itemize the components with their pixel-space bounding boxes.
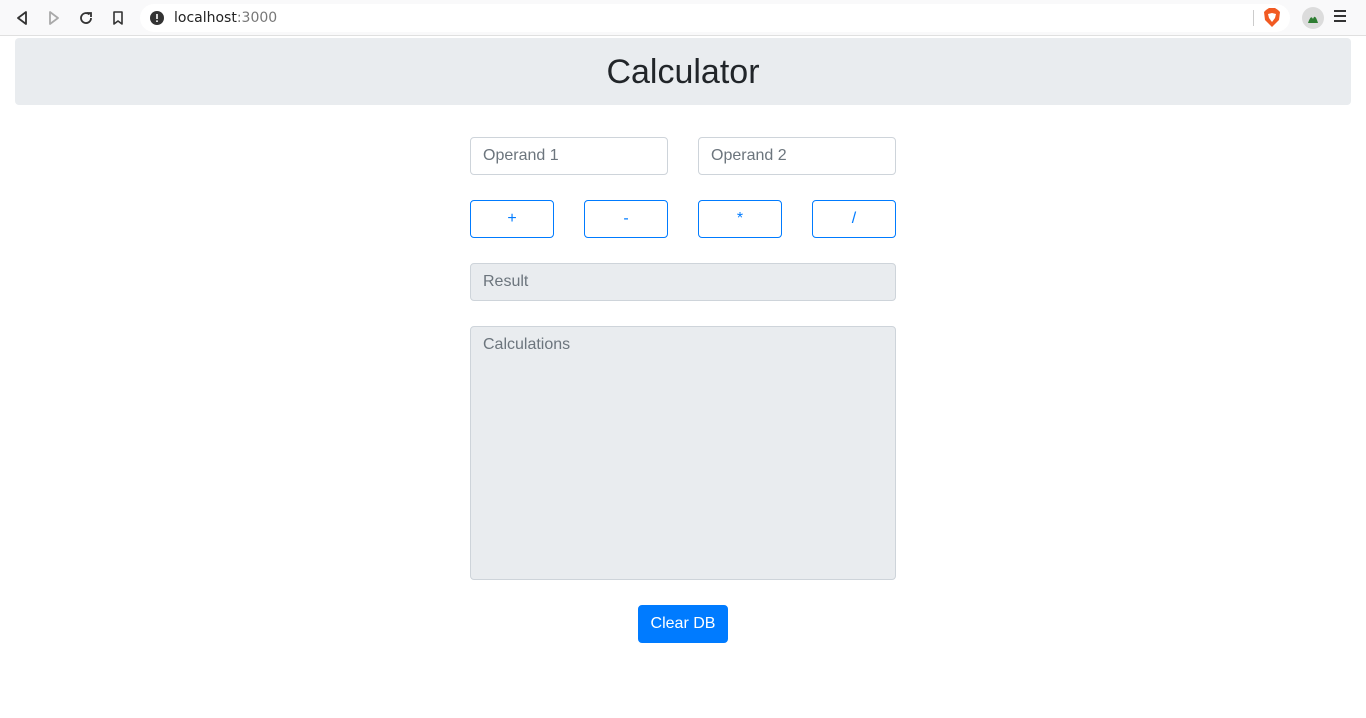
site-info-icon[interactable] — [150, 11, 164, 30]
address-bar[interactable]: localhost:3000 — [140, 4, 1290, 32]
divide-button[interactable]: / — [812, 200, 896, 238]
url-port: :3000 — [236, 10, 278, 26]
brave-shield-icon[interactable] — [1263, 8, 1281, 33]
page-header: Calculator — [15, 38, 1351, 105]
calculations-textarea[interactable] — [470, 326, 896, 580]
operand-2-input[interactable] — [698, 137, 896, 175]
url-text: localhost:3000 — [174, 10, 277, 26]
result-field — [470, 263, 896, 301]
url-host: localhost — [174, 10, 237, 26]
multiply-button[interactable]: * — [698, 200, 782, 238]
page-title: Calculator — [606, 52, 760, 91]
add-button[interactable]: + — [470, 200, 554, 238]
reload-icon[interactable] — [74, 6, 98, 30]
subtract-button[interactable]: - — [584, 200, 668, 238]
back-icon[interactable] — [10, 6, 34, 30]
url-divider — [1253, 10, 1254, 26]
bookmark-icon[interactable] — [106, 6, 130, 30]
menu-icon[interactable] — [1334, 9, 1346, 28]
extension-icon[interactable] — [1302, 7, 1324, 29]
operand-1-input[interactable] — [470, 137, 668, 175]
clear-db-button[interactable]: Clear DB — [638, 605, 728, 643]
forward-icon[interactable] — [42, 6, 66, 30]
browser-toolbar: localhost:3000 — [0, 0, 1366, 36]
